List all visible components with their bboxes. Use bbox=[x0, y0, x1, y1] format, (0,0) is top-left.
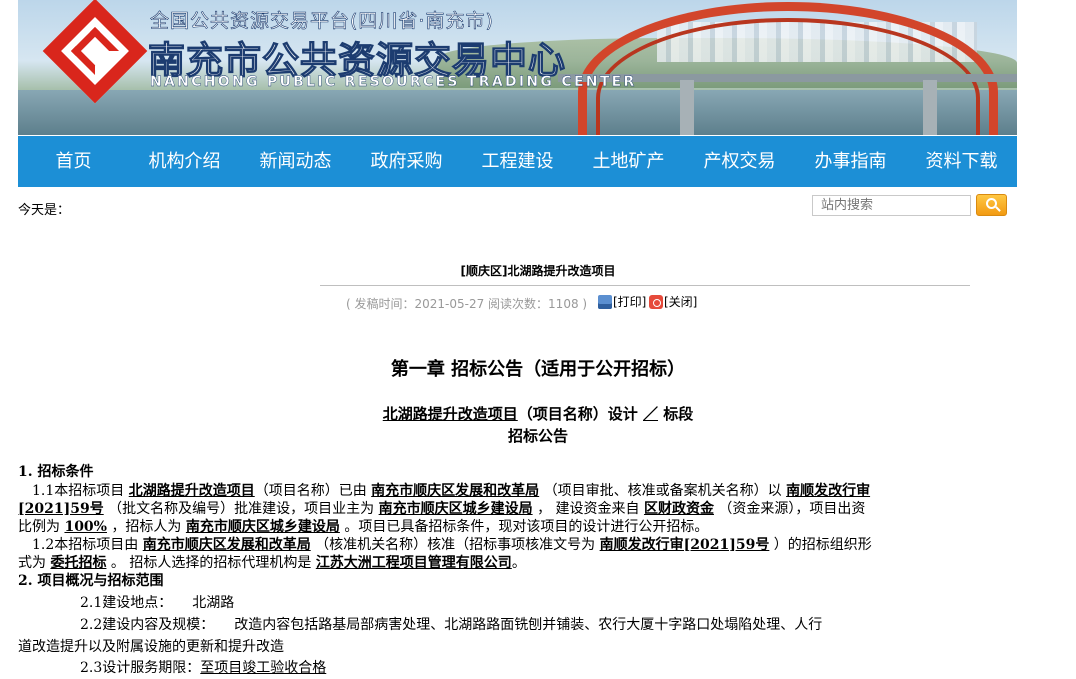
clause-text: （项目审批、核准或备案机关名称）以 bbox=[543, 483, 782, 499]
search-input[interactable] bbox=[812, 195, 971, 216]
power-icon bbox=[649, 294, 663, 309]
field-approver: 南充市顺庆区发展和改革局 bbox=[371, 483, 540, 499]
clause-2-2-line1: 2.2建设内容及规模： 改造内容包括路基局部病害处理、北湖路路面铣刨并铺装、农行大… bbox=[80, 616, 1076, 634]
section-mark: ／ bbox=[643, 405, 659, 423]
field-scope: 改造内容包括路基局部病害处理、北湖路路面铣刨并铺装、农行大厦十字路口处塌陷处理、… bbox=[234, 617, 823, 633]
nav-land-minerals[interactable]: 土地矿产 bbox=[573, 136, 684, 187]
notice-subtitle: 招标公告 bbox=[507, 427, 568, 445]
clause-text: （核准机关名称）核准（招标事项核准文号为 bbox=[315, 537, 596, 553]
search-button[interactable] bbox=[976, 194, 1007, 216]
banner-bridge-pier bbox=[680, 80, 694, 135]
search-icon-handle bbox=[995, 206, 1001, 212]
site-logo[interactable] bbox=[42, 0, 148, 104]
clause-text: （项目名称）已由 bbox=[254, 483, 367, 499]
title-divider bbox=[320, 285, 970, 286]
field-fund: 区财政资金 bbox=[643, 501, 714, 517]
article-meta: ( 发稿时间：2021-05-27 阅读次数：1108 ) bbox=[346, 297, 588, 311]
banner-bridge-pier bbox=[923, 80, 937, 135]
nav-home[interactable]: 首页 bbox=[18, 136, 129, 187]
platform-title: 全国公共资源交易平台(四川省·南充市) bbox=[150, 10, 494, 33]
field-location: 北湖路 bbox=[192, 595, 235, 611]
close-button[interactable]: [关闭] bbox=[649, 293, 697, 310]
field-approver: 南充市顺庆区发展和改革局 bbox=[142, 537, 311, 553]
clause-1-2-line1: 1.2本招标项目由 南充市顺庆区发展和改革局 （核准机关名称）核准（招标事项核准… bbox=[18, 536, 1028, 554]
field-project: 北湖路提升改造项目 bbox=[128, 483, 255, 499]
print-label: [打印] bbox=[613, 295, 647, 309]
nav-procurement[interactable]: 政府采购 bbox=[351, 136, 462, 187]
field-agent: 江苏大洲工程项目管理有限公司 bbox=[315, 555, 512, 571]
clause-text: ， 建设资金来自 bbox=[537, 501, 640, 517]
field-ratio: 100% bbox=[64, 519, 107, 535]
field-form: 委托招标 bbox=[50, 555, 107, 571]
nav-about[interactable]: 机构介绍 bbox=[129, 136, 240, 187]
clause-text: （批文名称及编号）批准建设，项目业主为 bbox=[108, 501, 375, 517]
center-name-en: NANCHONG PUBLIC RESOURCES TRADING CENTER bbox=[150, 74, 637, 90]
clause-text: ，招标人为 bbox=[111, 519, 182, 535]
nav-downloads[interactable]: 资料下载 bbox=[906, 136, 1017, 187]
field-doc-no: 南顺发改行审[2021]59号 bbox=[599, 537, 770, 553]
print-button[interactable]: [打印] bbox=[598, 293, 646, 310]
section-2-heading: 2. 项目概况与招标范围 bbox=[18, 573, 164, 589]
field-tenderer: 南充市顺庆区城乡建设局 bbox=[185, 519, 340, 535]
section-suffix: 标段 bbox=[663, 405, 694, 423]
clause-text: 。 招标人选择的招标代理机构是 bbox=[110, 555, 312, 571]
chapter-heading: 第一章 招标公告（适用于公开招标） bbox=[390, 359, 686, 380]
close-label: [关闭] bbox=[664, 295, 698, 309]
project-heading: 北湖路提升改造项目（项目名称）设计 ／ 标段 bbox=[0, 403, 1076, 424]
nav-property[interactable]: 产权交易 bbox=[684, 136, 795, 187]
clause-text: 。项目已具备招标条件，现对该项目的设计进行公开招标。 bbox=[344, 519, 709, 535]
clause-2-2-line2: 道改造提升以及附属设施的更新和提升改造 bbox=[18, 639, 284, 655]
project-name: 北湖路提升改造项目 bbox=[382, 405, 518, 423]
clause-1-1-line3: 比例为 100% ，招标人为 南充市顺庆区城乡建设局 。项目已具备招标条件，现对… bbox=[18, 518, 1028, 536]
clause-text: 式为 bbox=[18, 555, 46, 571]
clause-1-1-line1: 1.1本招标项目 北湖路提升改造项目（项目名称）已由 南充市顺庆区发展和改革局 … bbox=[18, 482, 1028, 500]
article-title: [顺庆区]北湖路提升改造项目 bbox=[460, 264, 616, 278]
clause-text: 。 bbox=[511, 555, 526, 571]
field-doc-no-cont: [2021]59号 bbox=[18, 501, 104, 517]
clause-label: 2.3设计服务期限： bbox=[80, 660, 201, 676]
date-label: 今天是： bbox=[18, 203, 71, 218]
clause-label: 2.1建设地点： bbox=[80, 595, 173, 611]
field-service-period: 至项目竣工验收合格 bbox=[200, 660, 327, 676]
clause-1-1-line2: [2021]59号 （批文名称及编号）批准建设，项目业主为 南充市顺庆区城乡建设… bbox=[18, 500, 1028, 518]
nav-construction[interactable]: 工程建设 bbox=[462, 136, 573, 187]
clause-text: （资金来源），项目出资 bbox=[718, 501, 866, 517]
clause-text: 比例为 bbox=[18, 519, 60, 535]
clause-2-3: 2.3设计服务期限：至项目竣工验收合格 bbox=[80, 659, 1076, 677]
field-doc-no: 南顺发改行审 bbox=[786, 483, 871, 499]
printer-icon bbox=[598, 294, 612, 309]
field-owner: 南充市顺庆区城乡建设局 bbox=[378, 501, 533, 517]
header-banner: 全国公共资源交易平台(四川省·南充市) 南充市公共资源交易中心 NANCHONG… bbox=[18, 0, 1017, 135]
clause-text: 1.2本招标项目由 bbox=[32, 537, 139, 553]
clause-label: 2.2建设内容及规模： bbox=[80, 617, 215, 633]
nav-guide[interactable]: 办事指南 bbox=[795, 136, 906, 187]
clause-2-1: 2.1建设地点： 北湖路 bbox=[80, 594, 1076, 612]
project-suffix: （项目名称）设计 bbox=[517, 405, 638, 423]
clause-text: ）的招标组织形 bbox=[773, 537, 872, 553]
main-nav: 首页 机构介绍 新闻动态 政府采购 工程建设 土地矿产 产权交易 办事指南 资料… bbox=[18, 136, 1017, 187]
clause-1-2-line2: 式为 委托招标 。 招标人选择的招标代理机构是 江苏大洲工程项目管理有限公司。 bbox=[18, 554, 1028, 572]
clause-text: 1.1本招标项目 bbox=[32, 483, 125, 499]
section-1-heading: 1. 招标条件 bbox=[18, 464, 94, 480]
nav-news[interactable]: 新闻动态 bbox=[240, 136, 351, 187]
